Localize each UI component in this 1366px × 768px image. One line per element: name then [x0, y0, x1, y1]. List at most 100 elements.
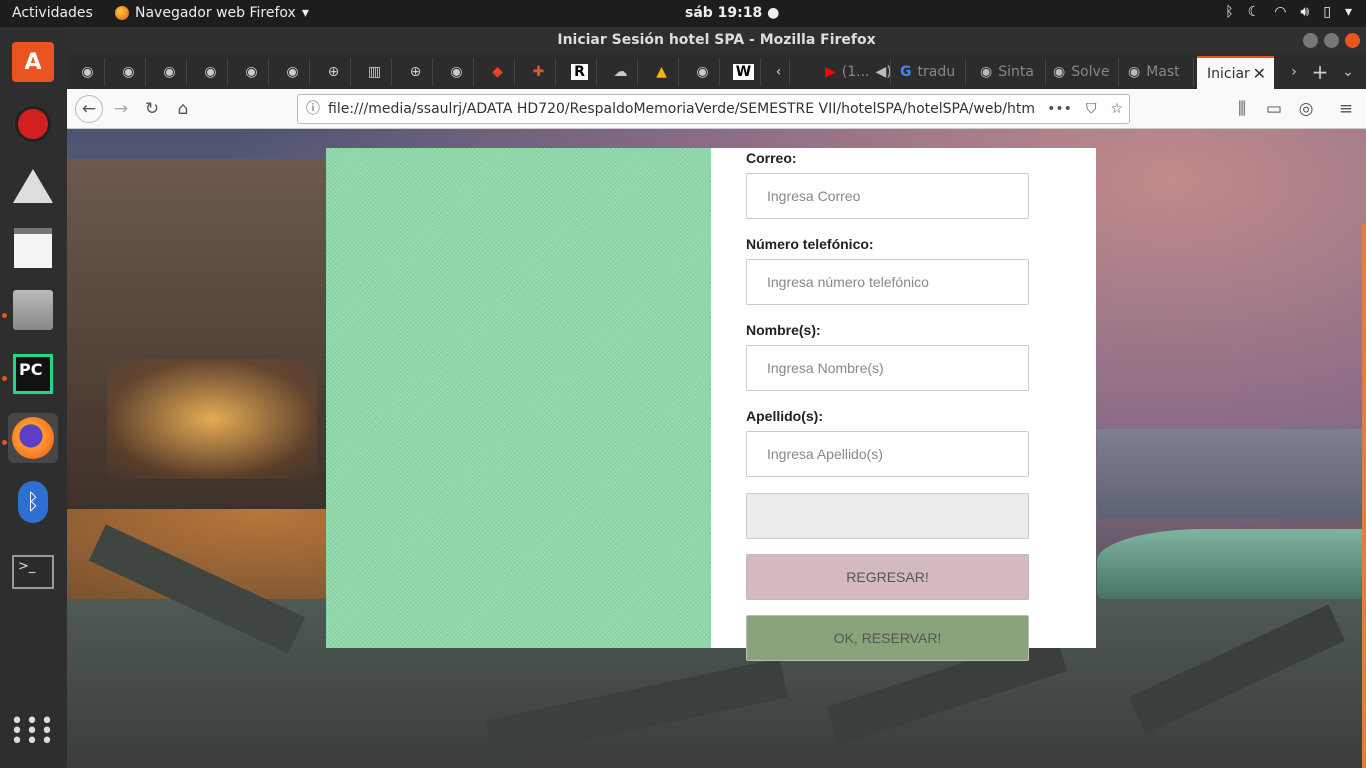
software-center-icon: A: [12, 42, 54, 82]
menu-button[interactable]: ≡: [1334, 97, 1358, 121]
account-button[interactable]: ◎: [1294, 97, 1318, 121]
pinned-tab-github[interactable]: ◉: [153, 58, 187, 86]
dock-firefox[interactable]: [8, 413, 58, 463]
page-actions-icon[interactable]: •••: [1047, 95, 1072, 123]
sidebar-button[interactable]: ▭: [1262, 97, 1286, 121]
url-bar[interactable]: ⓘ file:///media/ssaulrj/ADATA HD720/Resp…: [297, 94, 1130, 124]
activities-button[interactable]: Actividades: [12, 5, 93, 21]
info-icon[interactable]: ⓘ: [306, 95, 320, 123]
dock-inkscape[interactable]: [8, 161, 58, 211]
dock-bug-app[interactable]: [8, 99, 58, 149]
pinned-tab-github[interactable]: ◉: [440, 58, 474, 86]
system-tray[interactable]: ᛒ ☾ ◠ 🔊︎ ▯ ▾: [1225, 4, 1352, 20]
dock-terminal[interactable]: >_: [8, 547, 58, 597]
tab-github-sinta[interactable]: ◉ Sinta: [974, 58, 1046, 86]
battery-icon[interactable]: ▯: [1323, 4, 1331, 20]
r-logo-icon: R: [571, 64, 588, 80]
volume-icon[interactable]: 🔊︎: [1300, 4, 1309, 20]
tab-list-button[interactable]: ⌄: [1331, 58, 1365, 86]
regresar-button[interactable]: REGRESAR!: [746, 554, 1029, 600]
scroll-tabs-left-button[interactable]: ‹: [768, 58, 790, 86]
globe-icon: ⊕: [327, 64, 340, 80]
pinned-tab-globe[interactable]: ⊕: [317, 58, 351, 86]
close-tab-icon[interactable]: ✕: [1253, 64, 1266, 83]
google-icon: G: [900, 64, 912, 80]
reservar-button[interactable]: OK, RESERVAR!: [746, 615, 1029, 661]
tab-google-translate[interactable]: G tradu: [894, 58, 966, 86]
globe-icon: ⊕: [409, 64, 422, 80]
github-icon: ◉: [696, 64, 709, 80]
pinned-tab-r[interactable]: R: [563, 58, 597, 86]
reload-button[interactable]: ↻: [140, 97, 164, 121]
pinned-tab-drive[interactable]: ▲: [645, 58, 679, 86]
chevron-down-icon: ▾: [301, 5, 309, 21]
empty-field[interactable]: [746, 493, 1029, 539]
dock-bluetooth[interactable]: ᛒ: [8, 477, 58, 527]
tab-youtube[interactable]: ▶ (1... ◀): [819, 58, 891, 86]
home-button[interactable]: ⌂: [171, 97, 195, 121]
tab-active[interactable]: Iniciar ✕: [1197, 56, 1274, 89]
pinned-tab-gitlab[interactable]: ◆: [481, 58, 515, 86]
library-button[interactable]: ⫼: [1230, 97, 1254, 121]
nombre-input[interactable]: [746, 345, 1029, 391]
page-scrollbar[interactable]: [1362, 224, 1366, 768]
dock-text-editor[interactable]: [8, 223, 58, 273]
night-light-icon[interactable]: ☾: [1248, 4, 1261, 20]
gitlab-icon: ◆: [492, 64, 503, 80]
tab-label: Solve: [1071, 64, 1110, 80]
pinned-tab-cloud[interactable]: ☁: [604, 58, 638, 86]
pinned-tab-github[interactable]: ◉: [235, 58, 269, 86]
youtube-icon: ▶: [825, 64, 836, 80]
wifi-icon[interactable]: ◠: [1274, 4, 1286, 20]
tab-label: Mast: [1146, 64, 1180, 80]
telefono-label: Número telefónico:: [746, 236, 874, 252]
dock-files[interactable]: [8, 285, 58, 335]
reload-icon: ↻: [144, 99, 160, 119]
tab-github-mast[interactable]: ◉ Mast: [1122, 58, 1194, 86]
pinned-tab-github[interactable]: ◉: [194, 58, 228, 86]
chevron-down-icon[interactable]: ▾: [1345, 4, 1352, 20]
nombre-label: Nombre(s):: [746, 322, 821, 338]
pinned-tab-github[interactable]: ◉: [71, 58, 105, 86]
bookmark-star-icon[interactable]: ☆: [1110, 95, 1123, 123]
dock-pycharm[interactable]: PC: [8, 349, 58, 399]
speaker-icon[interactable]: ◀): [876, 64, 890, 80]
show-applications-button[interactable]: ••• ••• •••: [8, 707, 58, 757]
terminal-icon: >_: [12, 555, 54, 589]
notification-dot-icon: ●: [767, 5, 780, 21]
inkscape-icon: [13, 169, 53, 203]
pinned-tab-wikipedia[interactable]: W: [727, 58, 761, 86]
app-menu[interactable]: Navegador web Firefox ▾: [115, 5, 309, 21]
telefono-input[interactable]: [746, 259, 1029, 305]
green-image-panel: [326, 148, 711, 648]
apellido-input[interactable]: [746, 431, 1029, 477]
pinned-tab-github[interactable]: ◉: [112, 58, 146, 86]
pinned-tab-github[interactable]: ◉: [276, 58, 310, 86]
dock: A PC ᛒ >_ ••• ••• •••: [0, 27, 67, 768]
correo-input[interactable]: [746, 173, 1029, 219]
bluetooth-icon[interactable]: ᛒ: [1225, 4, 1233, 20]
running-indicator: [2, 376, 7, 381]
dock-software-center[interactable]: A: [8, 37, 58, 87]
correo-label: Correo:: [746, 150, 797, 166]
pinned-tab-extension[interactable]: ✚: [522, 58, 556, 86]
close-window-button[interactable]: [1345, 33, 1360, 48]
maximize-button[interactable]: [1324, 33, 1339, 48]
google-drive-icon: ▲: [656, 64, 667, 80]
ladybug-icon: [15, 106, 51, 142]
url-text: file:///media/ssaulrj/ADATA HD720/Respal…: [328, 101, 1036, 117]
pinned-tab-reader[interactable]: ▥: [358, 58, 392, 86]
tab-github-solve[interactable]: ◉ Solve: [1047, 58, 1119, 86]
clock[interactable]: sáb 19:18 ●: [685, 5, 779, 21]
pinned-tab-github[interactable]: ◉: [686, 58, 720, 86]
back-button[interactable]: ←: [75, 95, 103, 123]
pocket-icon[interactable]: ⛉: [1086, 95, 1097, 123]
running-indicator: [2, 313, 7, 318]
forward-button[interactable]: →: [109, 97, 133, 121]
pinned-tab-globe[interactable]: ⊕: [399, 58, 433, 86]
github-icon: ◉: [1053, 64, 1066, 80]
library-icon: ⫼: [1238, 99, 1246, 119]
tab-label: Iniciar: [1207, 65, 1250, 82]
window-title-bar[interactable]: Iniciar Sesión hotel SPA - Mozilla Firef…: [67, 27, 1366, 54]
minimize-button[interactable]: [1303, 33, 1318, 48]
